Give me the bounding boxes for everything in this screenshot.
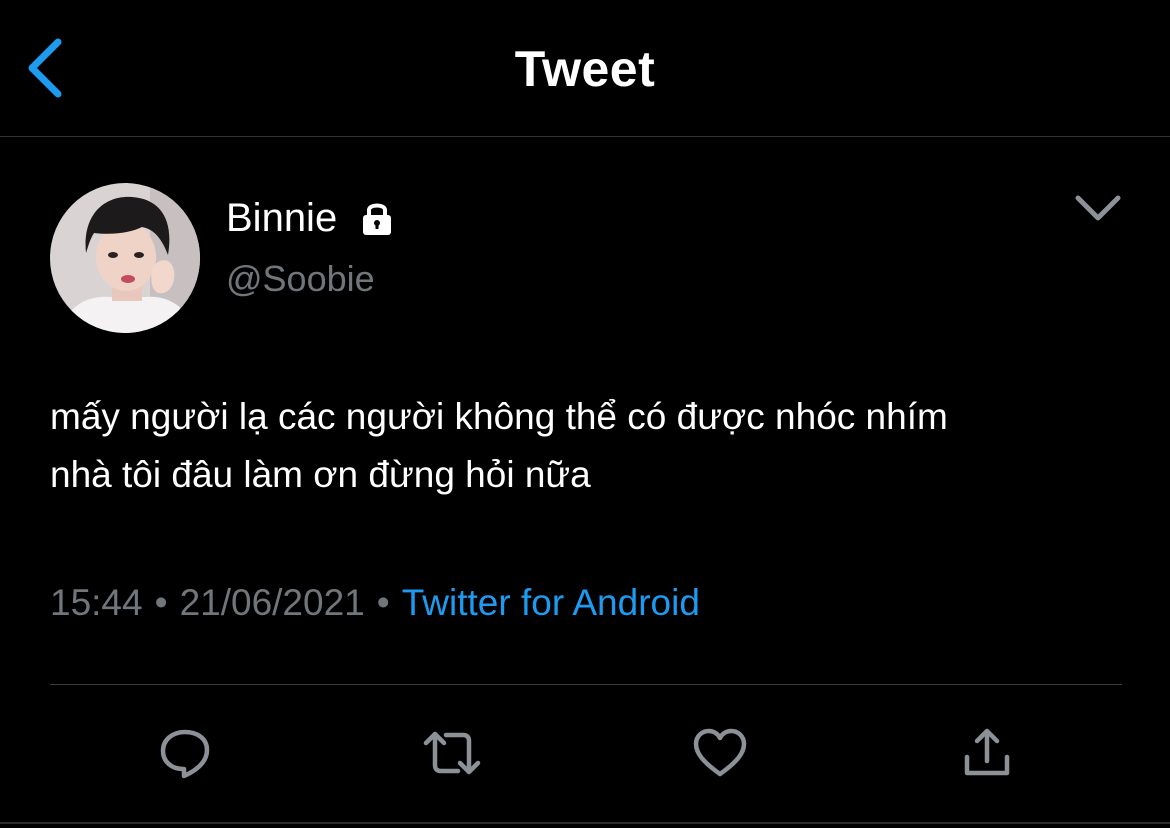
share-button[interactable] [952,718,1022,788]
divider [50,684,1122,685]
bottom-divider [0,822,1170,824]
tweet-text-line: nhà tôi đâu làm ơn đừng hỏi nữa [50,454,591,495]
more-options-button[interactable] [1072,188,1124,228]
reply-button[interactable] [150,718,220,788]
like-button[interactable] [685,718,755,788]
meta-separator: • [154,582,168,623]
retweet-button[interactable] [417,718,487,788]
author-name-row[interactable]: Binnie [226,192,397,244]
top-bar: Tweet [0,0,1170,137]
tweet-meta: 15:44 • 21/06/2021 • Twitter for Android [50,582,700,624]
page-title: Tweet [514,41,656,97]
chevron-down-icon [1075,195,1121,221]
display-name: Binnie [226,195,338,240]
avatar[interactable] [50,183,200,333]
heart-icon [693,728,747,777]
tweet-date: 21/06/2021 [179,582,365,623]
lock-icon [363,203,392,235]
reply-icon [160,729,210,779]
user-handle[interactable]: @Soobie [226,258,375,300]
profile-photo [50,183,200,333]
meta-separator: • [376,582,390,623]
tweet-text: mấy người lạ các người không thể có được… [50,388,1140,504]
tweet-source-link[interactable]: Twitter for Android [402,582,700,623]
tweet-time: 15:44 [50,582,143,623]
action-bar [0,718,1170,788]
retweet-icon [423,731,481,775]
share-icon [964,728,1010,776]
tweet-text-line: mấy người lạ các người không thể có được… [50,396,948,437]
